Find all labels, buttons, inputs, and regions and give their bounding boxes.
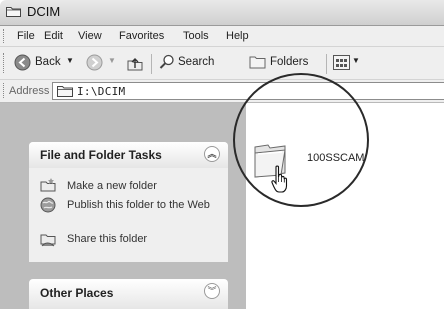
other-places-panel[interactable]: Other Places ︾ <box>29 279 228 309</box>
expand-chevron-icon[interactable]: ︾ <box>204 283 220 299</box>
back-button[interactable]: Back ▼ <box>14 54 84 72</box>
menu-favorites[interactable]: Favorites <box>119 30 164 42</box>
toolbar-separator <box>326 54 327 74</box>
task-share-folder[interactable]: Share this folder <box>67 233 147 246</box>
folder-icon <box>6 7 21 17</box>
search-button[interactable]: Search <box>159 54 229 72</box>
menu-view[interactable]: View <box>78 30 102 42</box>
other-places-title: Other Places <box>40 286 114 300</box>
folder-icon <box>57 86 73 97</box>
up-folder-icon[interactable] <box>127 55 143 73</box>
menu-help[interactable]: Help <box>226 30 249 42</box>
address-label: Address <box>9 85 50 97</box>
views-button[interactable]: ▼ <box>333 54 365 72</box>
back-dropdown-icon[interactable]: ▼ <box>66 56 74 65</box>
title-bar[interactable]: DCIM <box>0 0 444 26</box>
folder-100sscam-label[interactable]: 100SSCAM <box>307 152 364 164</box>
toolbar-grip[interactable] <box>3 53 6 73</box>
search-label: Search <box>178 56 215 68</box>
folders-button[interactable]: Folders <box>249 54 319 72</box>
task-pane: File and Folder Tasks ︽ Make a new folde… <box>0 103 246 309</box>
file-folder-tasks-panel: File and Folder Tasks ︽ Make a new folde… <box>29 142 228 262</box>
task-publish-folder[interactable]: Publish this folder to the Web <box>67 199 217 212</box>
views-dropdown-icon: ▼ <box>352 56 360 65</box>
address-bar: Address I:\DCIM <box>0 80 444 103</box>
back-arrow-icon <box>14 54 31 71</box>
toolbar: Back ▼ ▼ Search Folders ▼ <box>0 47 444 80</box>
share-folder-icon <box>40 234 56 247</box>
menu-grip[interactable] <box>3 29 6 43</box>
menu-tools[interactable]: Tools <box>183 30 209 42</box>
address-grip[interactable] <box>3 83 6 98</box>
folders-label: Folders <box>270 56 309 68</box>
search-icon <box>159 54 174 69</box>
forward-arrow-icon <box>86 54 103 71</box>
back-label: Back <box>35 56 61 68</box>
task-make-new-folder[interactable]: Make a new folder <box>67 180 157 193</box>
forward-dropdown-icon[interactable]: ▼ <box>108 56 116 65</box>
toolbar-separator <box>151 54 152 74</box>
address-value: I:\DCIM <box>77 85 126 98</box>
new-folder-icon <box>40 178 56 192</box>
explorer-window: DCIM File Edit View Favorites Tools Help… <box>0 0 444 309</box>
menu-file[interactable]: File <box>17 30 35 42</box>
collapse-chevron-icon[interactable]: ︽ <box>204 146 220 162</box>
views-grid-icon <box>333 55 350 70</box>
menu-bar: File Edit View Favorites Tools Help <box>0 26 444 47</box>
folders-icon <box>249 56 266 69</box>
menu-edit[interactable]: Edit <box>44 30 63 42</box>
forward-button[interactable]: ▼ <box>86 54 120 72</box>
tasks-panel-title: File and Folder Tasks <box>40 148 162 162</box>
tasks-panel-header[interactable]: File and Folder Tasks ︽ <box>29 142 228 168</box>
window-title: DCIM <box>27 4 61 19</box>
globe-icon <box>40 197 56 213</box>
hand-cursor-icon <box>271 165 288 193</box>
